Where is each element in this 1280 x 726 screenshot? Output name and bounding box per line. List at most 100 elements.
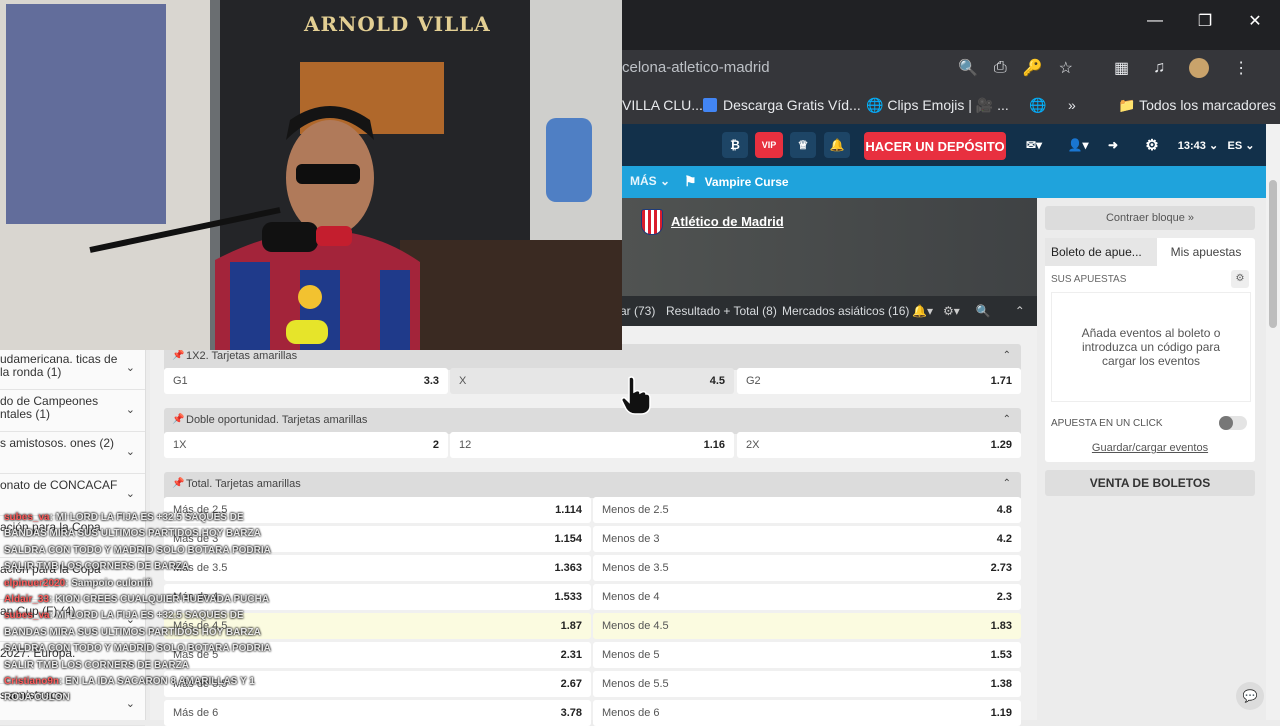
chevron-up-icon: ⌃ bbox=[1002, 414, 1011, 425]
all-bookmarks-label: Todos los marcadores bbox=[1139, 97, 1277, 113]
odd-cell[interactable]: G2 1.71 bbox=[737, 368, 1021, 394]
restore-button[interactable]: ❐ bbox=[1180, 0, 1230, 42]
chevron-down-icon: ⌄ bbox=[125, 488, 135, 500]
odd-name: Menos de 5 bbox=[602, 649, 660, 661]
language-select[interactable]: ES ⌄ bbox=[1226, 132, 1256, 158]
tab-tools: 🔔▾ ⚙▾ 🔍 ⌃ bbox=[912, 296, 1025, 326]
filter-gear-icon[interactable]: ⚙▾ bbox=[943, 304, 960, 318]
docs-icon bbox=[703, 98, 717, 112]
bitcoin-icon[interactable]: ₿ bbox=[722, 132, 748, 158]
collapse-up-icon[interactable]: ⌃ bbox=[1015, 304, 1025, 318]
menu-kebab-icon[interactable]: ⋮ bbox=[1233, 58, 1249, 78]
team-link[interactable]: Atlético de Madrid bbox=[671, 214, 784, 229]
odd-cell[interactable]: G1 3.3 bbox=[164, 368, 448, 394]
sidebar-item-label: udamericana. ticas de la ronda (1) bbox=[0, 352, 118, 379]
sidebar-item[interactable]: do de Campeones ntales (1) ⌄ bbox=[0, 391, 145, 432]
search-icon[interactable]: 🔍 bbox=[976, 304, 991, 318]
odd-name: G2 bbox=[746, 375, 761, 387]
key-icon[interactable]: 🔑 bbox=[1023, 58, 1043, 78]
nav-more[interactable]: MÁS ⌄ bbox=[630, 166, 670, 196]
odd-name: Menos de 3.5 bbox=[602, 562, 669, 574]
odd-cell[interactable]: 12 1.16 bbox=[450, 432, 734, 458]
tab-resultado-total[interactable]: Resultado + Total (8) bbox=[666, 296, 777, 326]
odd-cell[interactable]: Menos de 6 1.19 bbox=[593, 700, 1021, 726]
one-click-toggle[interactable] bbox=[1219, 416, 1247, 430]
odd-value: 2.3 bbox=[996, 591, 1012, 603]
slip-tabs: Boleto de apue... Mis apuestas bbox=[1045, 238, 1255, 266]
settings-gear-icon[interactable]: ⚙ bbox=[1136, 132, 1168, 158]
odd-cell[interactable]: X 4.5 bbox=[450, 368, 734, 394]
install-icon[interactable]: ⎙ bbox=[994, 59, 1007, 77]
sidebar-item-label: onato de CONCACAF bbox=[0, 478, 118, 492]
slip-empty-message: Añada eventos al boleto o introduzca un … bbox=[1051, 292, 1251, 402]
chat-message: SALIR TMB LOS CORNERS DE BARZA bbox=[4, 561, 189, 573]
odd-cell[interactable]: Menos de 4.5 1.83 bbox=[593, 613, 1021, 639]
slip-gear-icon[interactable]: ⚙ bbox=[1231, 270, 1249, 288]
odd-cell[interactable]: 1X 2 bbox=[164, 432, 448, 458]
extensions-icon[interactable]: ▦ bbox=[1114, 58, 1129, 78]
odd-cell[interactable]: Menos de 5 1.53 bbox=[593, 642, 1021, 668]
chat-line: BANDAS MIRA SUS ULTIMOS PARTIDOS HOY BAR… bbox=[4, 627, 261, 638]
odd-cell[interactable]: Menos de 2.5 4.8 bbox=[593, 497, 1021, 523]
url-icons: 🔍 ⎙ 🔑 ☆ bbox=[958, 50, 1073, 86]
page-scrollbar[interactable] bbox=[1266, 124, 1280, 720]
trophy-icon[interactable]: ♕ bbox=[790, 132, 816, 158]
bookmark-star-icon[interactable]: ☆ bbox=[1059, 58, 1073, 78]
vip-button[interactable]: VIP bbox=[755, 132, 783, 158]
bookmark-descarga[interactable]: Descarga Gratis Víd... bbox=[703, 86, 861, 124]
chevron-up-icon: ⌃ bbox=[1002, 350, 1011, 361]
tab-mis-apuestas[interactable]: Mis apuestas bbox=[1157, 238, 1255, 266]
bell-icon[interactable]: 🔔 bbox=[824, 132, 850, 158]
odd-cell[interactable]: Menos de 4 2.3 bbox=[593, 584, 1021, 610]
one-click-label: APUESTA EN UN CLICK bbox=[1051, 418, 1163, 429]
pin-icon[interactable]: 📌 bbox=[172, 408, 184, 432]
user-icon[interactable]: 👤▾ bbox=[1062, 132, 1094, 158]
sidebar-item[interactable]: udamericana. ticas de la ronda (1) ⌄ bbox=[0, 349, 145, 390]
logout-icon[interactable]: ➜ bbox=[1102, 132, 1124, 158]
bookmarks-overflow[interactable]: » bbox=[1068, 86, 1076, 124]
odd-value: 2 bbox=[432, 439, 439, 451]
sidebar-item-label: do de Campeones ntales (1) bbox=[0, 394, 99, 421]
all-bookmarks[interactable]: 📁 Todos los marcadores bbox=[1118, 86, 1276, 124]
save-load-link[interactable]: Guardar/cargar eventos bbox=[1045, 442, 1255, 454]
profile-avatar[interactable] bbox=[1189, 58, 1210, 78]
odd-value: 1.38 bbox=[990, 678, 1012, 690]
ticket-sale-button[interactable]: VENTA DE BOLETOS bbox=[1045, 470, 1255, 496]
tab-asiaticos[interactable]: Mercados asiáticos (16) bbox=[782, 296, 909, 326]
chat-username: Aldair_33 bbox=[4, 594, 50, 605]
bookmark-globe-icon[interactable]: 🌐 bbox=[1029, 86, 1046, 124]
odd-cell[interactable]: Menos de 3 4.2 bbox=[593, 526, 1021, 552]
bookmark-clips[interactable]: 🌐 Clips Emojis | 🎥 ... bbox=[866, 86, 1009, 124]
chat-line: SALIR TMB LOS CORNERS DE BARZA bbox=[4, 561, 189, 572]
deposit-button[interactable]: HACER UN DEPÓSITO bbox=[864, 132, 1006, 160]
pin-icon[interactable]: 📌 bbox=[172, 472, 184, 496]
url-field[interactable]: celona-atletico-madrid bbox=[622, 50, 770, 86]
folder-icon: 📁 bbox=[1118, 97, 1136, 113]
clock-time[interactable]: 13:43 ⌄ bbox=[1176, 132, 1220, 158]
mail-icon[interactable]: ✉▾ bbox=[1018, 132, 1050, 158]
chat-message: SALDRA CON TODO Y MADRID SOLO BOTARA POD… bbox=[4, 544, 271, 556]
zoom-icon[interactable]: 🔍 bbox=[958, 58, 978, 78]
slip-heading: SUS APUESTAS bbox=[1051, 274, 1127, 285]
odd-cell[interactable]: Menos de 3.5 2.73 bbox=[593, 555, 1021, 581]
odd-cell[interactable]: 2X 1.29 bbox=[737, 432, 1021, 458]
odd-value: 1.53 bbox=[990, 649, 1012, 661]
alert-bell-icon[interactable]: 🔔▾ bbox=[912, 304, 933, 318]
odd-value: 1.114 bbox=[555, 504, 582, 516]
odd-value: 2.67 bbox=[560, 678, 582, 690]
support-chat-icon[interactable]: 💬 bbox=[1236, 682, 1264, 710]
odd-cell[interactable]: Menos de 5.5 1.38 bbox=[593, 671, 1021, 697]
nav-game[interactable]: ⚑ Vampire Curse bbox=[684, 166, 789, 197]
tab-boleto[interactable]: Boleto de apue... bbox=[1045, 238, 1157, 266]
tab-todos[interactable]: ar (73) bbox=[620, 296, 655, 326]
media-icon[interactable]: ♫ bbox=[1153, 59, 1165, 77]
chat-username: elpinuer2020 bbox=[4, 577, 66, 589]
collapse-block-button[interactable]: Contraer bloque » bbox=[1045, 206, 1255, 230]
close-window-button[interactable]: ✕ bbox=[1230, 0, 1280, 42]
sidebar-item[interactable]: s amistosos. ones (2) ⌄ bbox=[0, 433, 145, 474]
market-header-total[interactable]: 📌 Total. Tarjetas amarillas ⌃ bbox=[164, 472, 1021, 498]
market-header-doble[interactable]: 📌 Doble oportunidad. Tarjetas amarillas ⌃ bbox=[164, 408, 1021, 434]
chat-line: SALIR TMB LOS CORNERS DE BARZA bbox=[4, 660, 189, 671]
bookmark-villa[interactable]: VILLA CLU... bbox=[622, 86, 703, 124]
minimize-button[interactable]: — bbox=[1130, 0, 1180, 42]
